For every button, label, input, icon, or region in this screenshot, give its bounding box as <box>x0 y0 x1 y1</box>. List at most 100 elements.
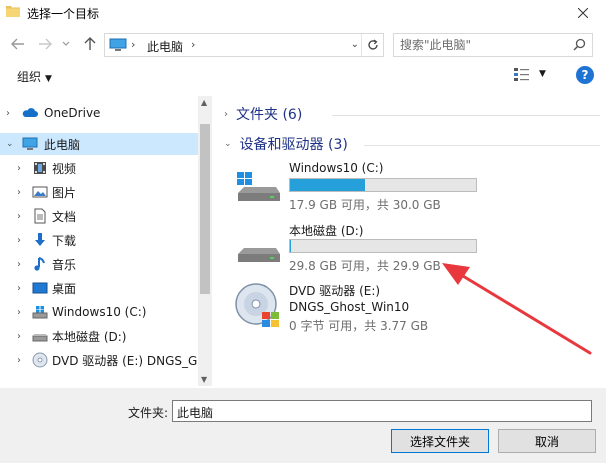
drive-name: DVD 驱动器 (E:) <box>289 284 381 298</box>
drive-name: 本地磁盘 (D:) <box>289 224 364 238</box>
drive-tile-c[interactable]: Windows10 (C:) 17.9 GB 可用，共 30.0 GB <box>234 161 594 221</box>
scroll-up-icon[interactable]: ▲ <box>201 98 207 107</box>
title-bar: 选择一个目标 <box>0 0 606 26</box>
up-button[interactable] <box>80 34 100 54</box>
drive-usage-fill <box>290 240 291 252</box>
drive-space-info: 0 字节 可用，共 3.77 GB <box>289 319 429 333</box>
breadcrumb[interactable]: 此电脑 <box>147 38 183 55</box>
command-bar: 组织 ▼ ▼ ? <box>0 62 606 90</box>
annotation-arrow <box>442 263 592 355</box>
sidebar-item-label: Windows10 (C:) <box>52 305 147 319</box>
arrow-left-icon <box>11 38 24 50</box>
search-box[interactable] <box>393 33 593 57</box>
close-icon <box>578 8 588 18</box>
chevron-down-icon[interactable]: ⌄ <box>6 139 16 149</box>
navigation-pane: › OneDrive ⌄ 此电脑 › 视频 › 图片 › 文档 › 下载 › 音… <box>0 96 212 386</box>
address-dropdown-icon[interactable]: ⌄ <box>351 39 359 50</box>
sidebar-item-drive-d[interactable]: › 本地磁盘 (D:) <box>0 325 198 347</box>
sidebar-item-drive-c[interactable]: › Windows10 (C:) <box>0 301 198 323</box>
refresh-icon <box>367 39 378 50</box>
sidebar-item-videos[interactable]: › 视频 <box>0 157 198 179</box>
sidebar-item-downloads[interactable]: › 下载 <box>0 229 198 251</box>
sidebar-item-documents[interactable]: › 文档 <box>0 205 198 227</box>
sidebar-item-label: DVD 驱动器 (E:) DNGS_Gh <box>52 353 205 368</box>
sidebar-item-label: 下载 <box>52 233 77 248</box>
chevron-right-icon[interactable]: › <box>17 331 27 342</box>
dvd-icon <box>32 352 48 368</box>
refresh-button[interactable] <box>361 34 383 56</box>
chevron-right-icon[interactable]: › <box>17 283 27 294</box>
recent-locations-button[interactable] <box>60 34 72 54</box>
drive-space-info: 29.8 GB 可用，共 29.9 GB <box>289 259 441 273</box>
download-icon <box>35 233 45 246</box>
folder-input-value: 此电脑 <box>177 406 214 420</box>
chevron-right-icon[interactable]: › <box>17 355 27 366</box>
devices-group-title: 设备和驱动器 (3) <box>239 137 348 153</box>
select-folder-button[interactable]: 选择文件夹 <box>391 429 489 453</box>
group-divider <box>332 115 600 116</box>
sidebar-item-music[interactable]: › 音乐 <box>0 253 198 275</box>
sidebar-item-label: 视频 <box>52 161 77 176</box>
drive-usage-bar <box>289 239 477 253</box>
chevron-right-icon[interactable]: › <box>6 108 16 119</box>
chevron-right-icon[interactable]: › <box>224 109 228 120</box>
cancel-button[interactable]: 取消 <box>498 429 596 453</box>
window-title: 选择一个目标 <box>27 7 100 21</box>
group-divider <box>364 145 600 146</box>
back-button[interactable] <box>8 34 28 54</box>
sidebar-item-drive-e[interactable]: › DVD 驱动器 (E:) DNGS_Gh <box>0 349 205 371</box>
dialog-footer: 文件夹: 此电脑 选择文件夹 取消 <box>0 388 606 463</box>
hard-drive-icon <box>32 334 48 342</box>
organize-menu-button[interactable]: 组织 ▼ <box>17 68 52 85</box>
folder-input[interactable]: 此电脑 <box>172 400 592 422</box>
chevron-down-icon[interactable]: ⌄ <box>224 139 232 149</box>
computer-icon <box>109 38 127 51</box>
navigation-scrollbar[interactable]: ▲ ▼ <box>198 96 212 386</box>
drive-volume-label: DNGS_Ghost_Win10 <box>289 300 410 314</box>
sidebar-item-label: 文档 <box>52 209 77 224</box>
sidebar-item-label: 图片 <box>52 185 77 200</box>
help-button[interactable]: ? <box>576 66 594 84</box>
windows-drive-icon <box>237 172 280 201</box>
navigation-bar: › 此电脑 › ⌄ <box>0 30 606 58</box>
organize-label: 组织 <box>17 70 42 84</box>
chevron-right-icon[interactable]: › <box>17 307 27 318</box>
sidebar-item-desktop[interactable]: › 桌面 <box>0 277 198 299</box>
folders-group-title: 文件夹 (6) <box>236 107 303 123</box>
folders-group-header[interactable]: › 文件夹 (6) <box>224 104 302 124</box>
sidebar-item-this-pc[interactable]: ⌄ 此电脑 <box>0 133 198 155</box>
scroll-down-icon[interactable]: ▼ <box>201 375 207 384</box>
drive-usage-fill <box>290 179 365 191</box>
sidebar-item-label: 此电脑 <box>44 137 81 152</box>
sidebar-item-pictures[interactable]: › 图片 <box>0 181 198 203</box>
view-dropdown-icon[interactable]: ▼ <box>539 69 546 79</box>
scrollbar-thumb[interactable] <box>200 124 210 294</box>
close-button[interactable] <box>560 0 606 26</box>
document-icon <box>34 208 46 224</box>
arrow-right-icon <box>39 38 52 50</box>
sidebar-item-label: 音乐 <box>52 257 77 272</box>
chevron-down-icon <box>62 41 70 46</box>
drive-usage-bar <box>289 178 477 192</box>
forward-button[interactable] <box>35 34 55 54</box>
chevron-right-icon[interactable]: › <box>17 211 27 222</box>
view-options-icon[interactable] <box>513 67 531 83</box>
devices-group-header[interactable]: ⌄ 设备和驱动器 (3) <box>224 134 348 154</box>
search-icon[interactable] <box>573 38 586 51</box>
picture-icon <box>32 186 48 198</box>
computer-icon <box>22 137 38 150</box>
chevron-right-icon[interactable]: › <box>17 259 27 270</box>
chevron-right-icon[interactable]: › <box>17 235 27 246</box>
address-bar[interactable]: › 此电脑 › ⌄ <box>104 33 384 57</box>
breadcrumb-separator[interactable]: › <box>191 38 195 51</box>
chevron-right-icon[interactable]: › <box>17 187 27 198</box>
drive-name: Windows10 (C:) <box>289 161 384 175</box>
dvd-icon <box>235 283 279 327</box>
search-input[interactable] <box>400 37 560 53</box>
sidebar-item-onedrive[interactable]: › OneDrive <box>0 102 198 124</box>
chevron-right-icon[interactable]: › <box>17 163 27 174</box>
drive-space-info: 17.9 GB 可用，共 30.0 GB <box>289 198 441 212</box>
arrow-up-icon <box>84 37 96 50</box>
sidebar-item-label: 桌面 <box>52 281 77 296</box>
folder-field-label: 文件夹: <box>128 406 169 420</box>
